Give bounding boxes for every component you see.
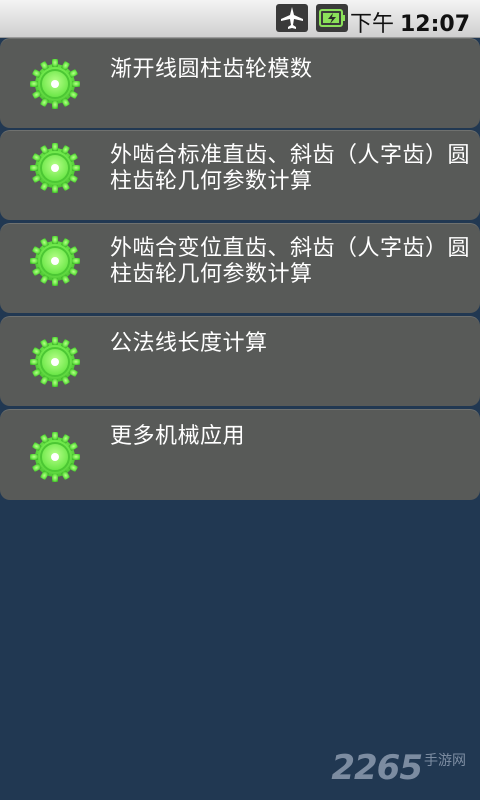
menu-item-label: 外啮合变位直齿、斜齿（人字齿）圆柱齿轮几何参数计算 <box>110 236 471 287</box>
status-time: 12:07 <box>399 12 470 37</box>
gear-icon <box>29 235 81 287</box>
watermark: 2265 手游网 <box>331 748 466 788</box>
battery-charging-icon <box>316 4 348 32</box>
menu-item-label: 外啮合标准直齿、斜齿（人字齿）圆柱齿轮几何参数计算 <box>110 143 471 194</box>
airplane-mode-icon <box>276 4 308 32</box>
gear-icon <box>29 431 81 483</box>
status-ampm: 下午 <box>349 12 394 37</box>
menu-item-gear-module[interactable]: 渐开线圆柱齿轮模数 <box>0 38 480 128</box>
menu-item-modified-gear-calc[interactable]: 外啮合变位直齿、斜齿（人字齿）圆柱齿轮几何参数计算 <box>0 223 480 313</box>
gear-icon <box>29 58 81 110</box>
watermark-site: 手游网 <box>424 753 466 769</box>
menu-item-more-apps[interactable]: 更多机械应用 <box>0 409 480 500</box>
gear-icon <box>29 142 81 194</box>
menu-item-base-tangent-length[interactable]: 公法线长度计算 <box>0 316 480 406</box>
watermark-number: 2265 <box>331 748 423 788</box>
menu-item-label: 更多机械应用 <box>110 424 246 449</box>
menu-item-label: 公法线长度计算 <box>110 331 268 356</box>
menu-item-label: 渐开线圆柱齿轮模数 <box>110 57 313 82</box>
menu-item-standard-gear-calc[interactable]: 外啮合标准直齿、斜齿（人字齿）圆柱齿轮几何参数计算 <box>0 130 480 220</box>
gear-icon <box>29 336 81 388</box>
status-bar: 下午 12:07 <box>0 0 480 38</box>
status-clock: 下午 12:07 <box>350 6 470 38</box>
